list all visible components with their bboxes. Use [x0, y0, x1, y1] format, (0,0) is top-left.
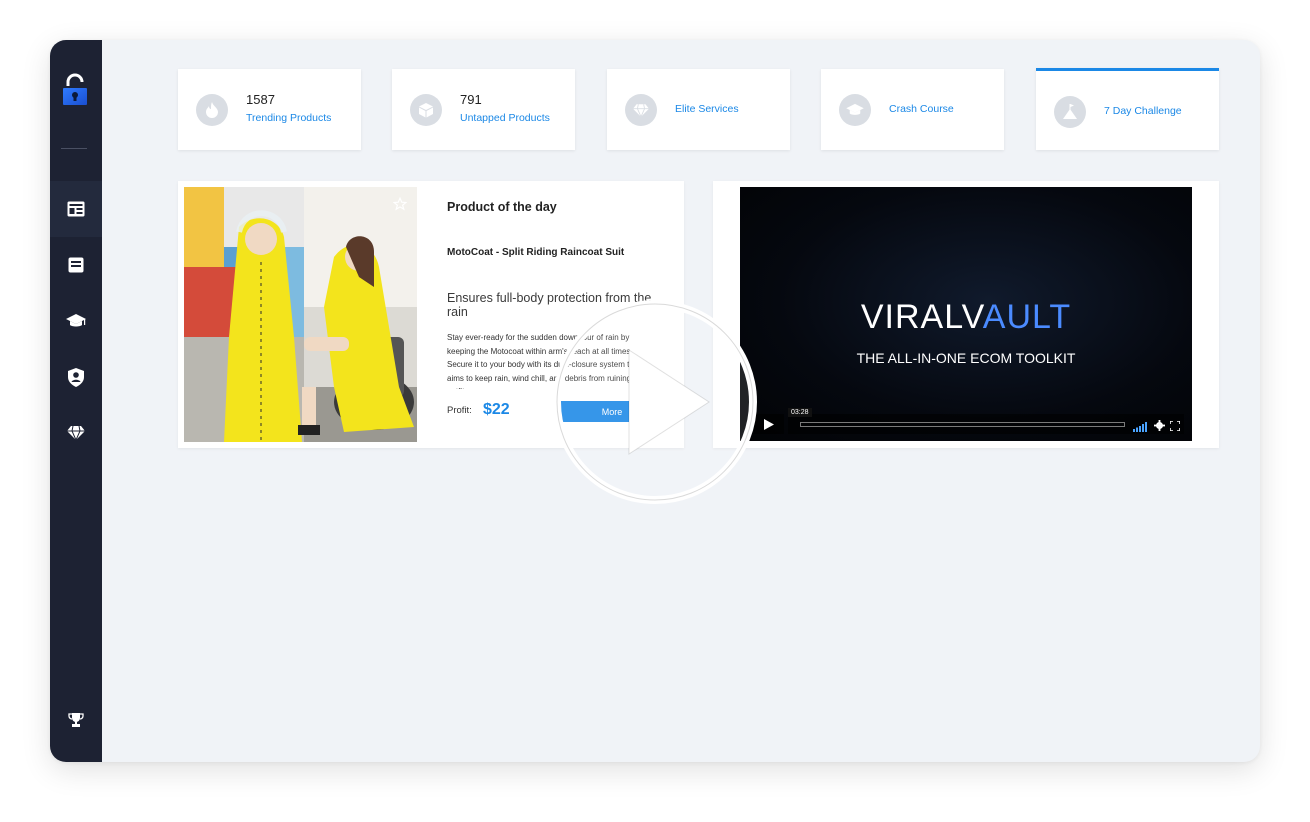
sidebar-item-elite[interactable] — [50, 405, 102, 461]
box-icon — [410, 94, 442, 126]
sidebar-item-account[interactable] — [50, 349, 102, 405]
brand-right: ULT — [1006, 298, 1072, 336]
brand-left: VIRALV — [860, 298, 983, 336]
stat-label: Crash Course — [889, 103, 954, 115]
fullscreen-icon[interactable] — [1169, 418, 1181, 436]
stat-card-elite-services[interactable]: Elite Services — [607, 69, 790, 150]
star-icon[interactable] — [392, 196, 408, 216]
product-heading: Product of the day — [447, 200, 557, 214]
volume-icon[interactable] — [1133, 419, 1149, 437]
sidebar — [50, 40, 102, 762]
stat-number: 1587 — [246, 92, 275, 107]
stat-label: 7 Day Challenge — [1104, 105, 1182, 117]
sidebar-item-list[interactable] — [50, 237, 102, 293]
play-icon — [764, 418, 774, 430]
sidebar-divider — [61, 148, 87, 149]
video-progress-track[interactable] — [788, 414, 1184, 434]
diamond-icon — [625, 94, 657, 126]
profit-value: $22 — [483, 401, 510, 418]
profit-label: Profit: — [447, 405, 472, 416]
video-progress-bar[interactable] — [800, 422, 1125, 427]
stat-card-7-day-challenge[interactable]: 7 Day Challenge — [1036, 68, 1219, 150]
settings-gear-icon[interactable] — [1154, 418, 1165, 436]
brand-lock-letter: A — [982, 298, 1007, 336]
graduation-cap-icon — [66, 313, 86, 329]
video-brand-title: VIRALVAULT — [740, 298, 1192, 337]
stat-card-trending[interactable]: 1587 Trending Products — [178, 69, 361, 150]
video-card: VIRALVAULT THE ALL-IN-ONE ECOM TOOLKIT 0… — [713, 181, 1219, 448]
user-shield-icon — [68, 367, 84, 387]
stat-number: 791 — [460, 92, 482, 107]
stat-card-crash-course[interactable]: Crash Course — [821, 69, 1004, 150]
sidebar-item-trophy[interactable] — [50, 692, 102, 748]
video-player[interactable]: VIRALVAULT THE ALL-IN-ONE ECOM TOOLKIT 0… — [740, 187, 1192, 441]
fire-icon — [196, 94, 228, 126]
dashboard-icon — [67, 201, 85, 217]
graduation-cap-icon — [839, 94, 871, 126]
list-icon — [68, 257, 84, 273]
sidebar-item-courses[interactable] — [50, 293, 102, 349]
video-subtitle: THE ALL-IN-ONE ECOM TOOLKIT — [856, 350, 1076, 366]
diamond-icon — [67, 426, 85, 440]
lock-open-icon[interactable] — [61, 72, 91, 112]
stat-label: Elite Services — [675, 103, 739, 115]
stat-card-untapped[interactable]: 791 Untapped Products — [392, 69, 575, 150]
video-time: 03:28 — [788, 408, 812, 417]
stat-label: Untapped Products — [460, 112, 550, 124]
trophy-icon — [68, 712, 84, 728]
product-image[interactable] — [184, 187, 417, 442]
product-name: MotoCoat - Split Riding Raincoat Suit — [447, 247, 625, 258]
sidebar-item-dashboard[interactable] — [50, 181, 102, 237]
mountain-icon — [1054, 96, 1086, 128]
play-overlay-icon[interactable] — [551, 298, 759, 506]
video-controls: 03:28 — [754, 408, 1184, 434]
stat-label: Trending Products — [246, 112, 332, 124]
